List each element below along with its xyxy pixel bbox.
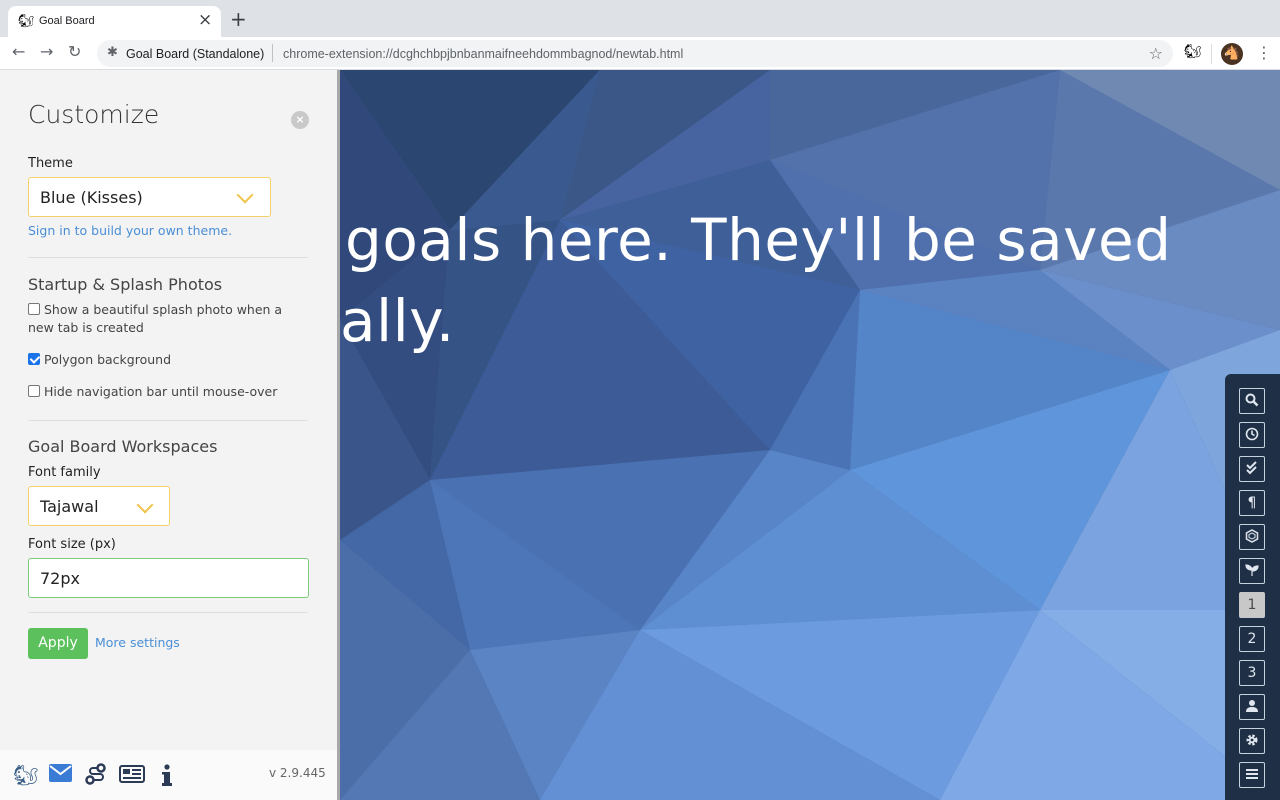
reload-button[interactable]: ↻ <box>68 42 81 62</box>
polygon-background-checkbox[interactable] <box>28 353 40 365</box>
address-separator <box>272 44 273 62</box>
tab-close-icon[interactable]: × <box>198 12 212 29</box>
panel-footer: 🐿 v 2.9.445 <box>0 750 337 800</box>
divider <box>28 257 308 258</box>
clock-icon[interactable] <box>1239 422 1265 448</box>
splash-photo-checkbox[interactable] <box>28 303 40 315</box>
search-icon[interactable] <box>1239 388 1265 414</box>
new-tab-button[interactable]: + <box>230 9 247 29</box>
panel-title: Customize <box>28 100 160 129</box>
profile-avatar[interactable]: 🐴 <box>1221 43 1243 65</box>
theme-label: Theme <box>28 156 73 171</box>
theme-select[interactable]: Blue (Kisses) <box>28 177 271 217</box>
splash-photo-option[interactable]: Show a beautiful splash photo when a new… <box>28 301 308 337</box>
font-family-value: Tajawal <box>40 497 99 516</box>
polygon-background-option[interactable]: Polygon background <box>28 351 308 369</box>
customize-panel: Customize × Theme Blue (Kisses) Sign in … <box>0 70 340 800</box>
build-theme-link[interactable]: Sign in to build your own theme. <box>28 223 232 238</box>
puzzle-icon: ✱ <box>107 45 118 60</box>
version-label: v 2.9.445 <box>269 766 326 780</box>
info-icon[interactable] <box>162 764 172 790</box>
mail-icon[interactable] <box>49 764 72 786</box>
browser-menu-icon[interactable]: ⋮ <box>1256 42 1272 64</box>
url-text[interactable]: chrome-extension://dcghchbpjbnbanmaifnee… <box>283 47 683 61</box>
divider <box>28 612 308 613</box>
hide-nav-label: Hide navigation bar until mouse-over <box>44 384 278 399</box>
polygon-background-label: Polygon background <box>44 352 172 367</box>
divider <box>28 420 308 421</box>
font-family-select[interactable]: Tajawal <box>28 486 170 526</box>
toolbar-divider <box>1211 44 1212 64</box>
hero-line-2: ally. <box>340 287 455 355</box>
extension-squirrel-icon[interactable]: 🐿 <box>1184 44 1202 60</box>
chevron-down-icon <box>136 496 154 514</box>
workspaces-section-title: Goal Board Workspaces <box>28 437 218 456</box>
seedling-icon[interactable] <box>1239 558 1265 584</box>
startup-section-title: Startup & Splash Photos <box>28 275 223 294</box>
right-dock: ¶ 1 2 3 <box>1225 374 1280 800</box>
font-size-input[interactable]: 72px <box>28 558 309 598</box>
site-name: Goal Board (Standalone) <box>126 47 265 61</box>
theme-value: Blue (Kisses) <box>40 188 143 207</box>
hide-nav-checkbox[interactable] <box>28 385 40 397</box>
hexagon-icon[interactable] <box>1239 524 1265 550</box>
route-icon[interactable] <box>85 763 107 789</box>
forward-button[interactable]: → <box>40 42 53 62</box>
browser-toolbar: ← → ↻ ✱ Goal Board (Standalone) chrome-e… <box>0 37 1280 70</box>
polygon-pattern <box>340 70 1280 800</box>
tab-goal-board[interactable]: 🐿 Goal Board × <box>8 6 221 37</box>
hero-line-1: goals here. They'll be saved <box>345 206 1172 274</box>
workspace-3-button[interactable]: 3 <box>1239 660 1265 686</box>
splash-photo-label: Show a beautiful splash photo when a new… <box>28 302 283 335</box>
polygon-background: goals here. They'll be saved ally. <box>340 70 1280 800</box>
squirrel-icon[interactable]: 🐿 <box>13 764 38 786</box>
tab-title: Goal Board <box>39 15 95 27</box>
panel-close-icon[interactable]: × <box>291 111 309 129</box>
bookmark-star-icon[interactable]: ☆ <box>1149 44 1163 63</box>
gear-icon[interactable] <box>1239 728 1265 754</box>
hero-text[interactable]: goals here. They'll be saved ally. <box>340 200 1172 362</box>
workspace-2-button[interactable]: 2 <box>1239 626 1265 652</box>
menu-icon[interactable] <box>1239 762 1265 788</box>
user-icon[interactable] <box>1239 694 1265 720</box>
newspaper-icon[interactable] <box>119 765 145 787</box>
address-bar[interactable]: ✱ Goal Board (Standalone) chrome-extensi… <box>97 40 1173 67</box>
font-size-label: Font size (px) <box>28 537 116 552</box>
tab-strip: 🐿 Goal Board × + <box>0 0 1280 37</box>
squirrel-icon: 🐿 <box>18 14 35 29</box>
more-settings-link[interactable]: More settings <box>95 635 180 650</box>
hide-nav-option[interactable]: Hide navigation bar until mouse-over <box>28 383 308 401</box>
apply-button[interactable]: Apply <box>28 628 88 659</box>
chevron-down-icon <box>236 186 254 204</box>
back-button[interactable]: ← <box>12 42 25 62</box>
workspace-1-button[interactable]: 1 <box>1239 592 1265 618</box>
font-family-label: Font family <box>28 465 101 480</box>
double-check-icon[interactable] <box>1239 456 1265 482</box>
paragraph-icon[interactable]: ¶ <box>1239 490 1265 516</box>
